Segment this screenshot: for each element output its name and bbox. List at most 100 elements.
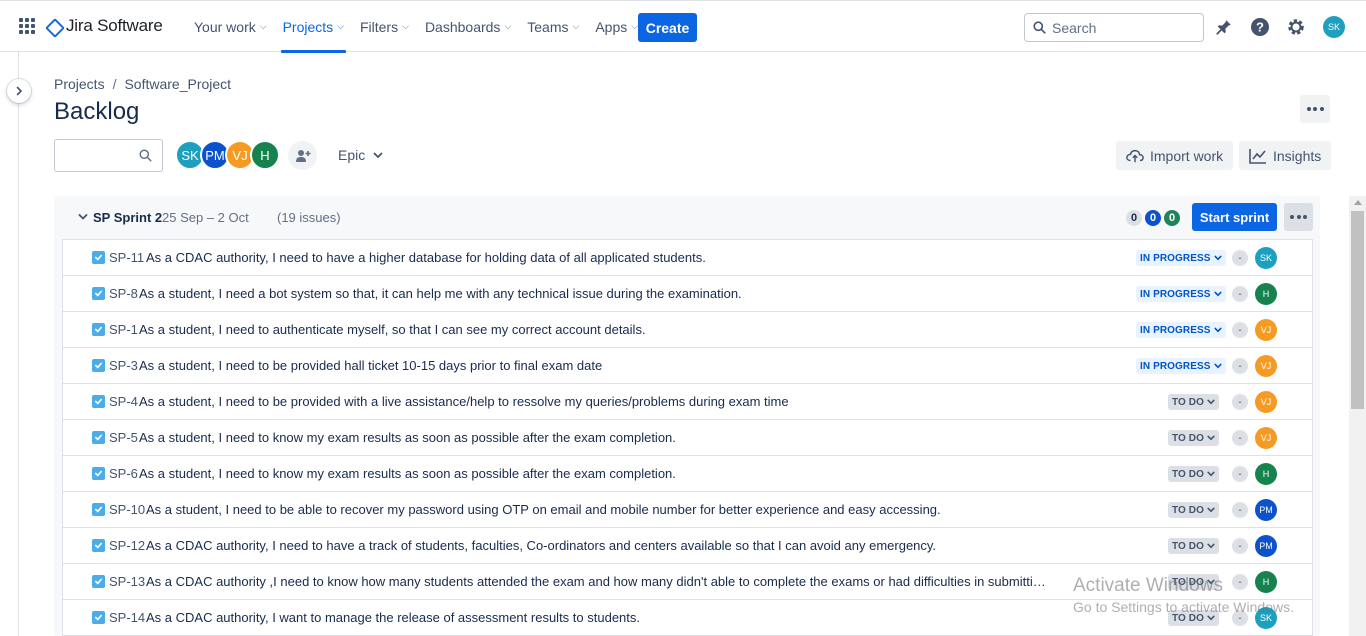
issue-key[interactable]: SP-13 (109, 574, 145, 589)
issue-key[interactable]: SP-5 (109, 430, 138, 445)
import-work-button[interactable]: Import work (1116, 141, 1234, 170)
more-actions-button[interactable] (1300, 95, 1330, 123)
issue-row[interactable]: SP-8 As a student, I need a bot system so… (63, 276, 1312, 312)
assignee-avatar[interactable]: SK (1255, 607, 1277, 629)
issue-key[interactable]: SP-3 (109, 358, 138, 373)
breadcrumb-projects[interactable]: Projects (54, 76, 105, 92)
estimate-badge[interactable]: - (1232, 574, 1248, 590)
estimate-badge[interactable]: - (1232, 430, 1248, 446)
issue-row[interactable]: SP-6 As a student, I need to know my exam… (63, 456, 1312, 492)
issue-summary[interactable]: As a student, I need to know my exam res… (139, 430, 676, 445)
status-dropdown[interactable]: TO DO (1168, 430, 1219, 446)
issue-row[interactable]: SP-1 As a student, I need to authenticate… (63, 312, 1312, 348)
chevron-down-icon[interactable] (78, 212, 88, 222)
issue-key[interactable]: SP-10 (109, 502, 145, 517)
sprint-more-button[interactable] (1284, 203, 1313, 231)
nav-teams[interactable]: Teams ⌵ (519, 1, 587, 52)
issue-key[interactable]: SP-12 (109, 538, 145, 553)
scroll-up-arrow-icon[interactable] (1354, 200, 1362, 205)
jira-logo[interactable]: Jira Software (46, 16, 163, 36)
issue-key[interactable]: SP-14 (109, 610, 145, 625)
issue-summary[interactable]: As a CDAC authority ,I need to know how … (146, 574, 1051, 589)
issue-key[interactable]: SP-4 (109, 394, 138, 409)
nav-filters[interactable]: Filters ⌵ (352, 1, 417, 52)
nav-your-work[interactable]: Your work ⌵ (186, 1, 275, 52)
issue-row[interactable]: SP-13 As a CDAC authority ,I need to know… (63, 564, 1312, 600)
add-people-button[interactable] (288, 141, 317, 170)
assignee-avatar[interactable]: H (1255, 571, 1277, 593)
estimate-badge[interactable]: - (1232, 538, 1248, 554)
status-dropdown[interactable]: TO DO (1168, 610, 1219, 626)
issue-row[interactable]: SP-11 As a CDAC authority, I need to have… (63, 240, 1312, 276)
issue-summary[interactable]: As a student, I need to be able to recov… (146, 502, 941, 517)
breadcrumb-project[interactable]: Software_Project (124, 76, 231, 92)
chevron-down-icon (1207, 507, 1215, 513)
status-dropdown[interactable]: TO DO (1168, 574, 1219, 590)
status-dropdown[interactable]: TO DO (1168, 502, 1219, 518)
assignee-avatar[interactable]: VJ (1255, 391, 1277, 413)
status-dropdown[interactable]: TO DO (1168, 538, 1219, 554)
issue-summary[interactable]: As a CDAC authority, I want to manage th… (146, 610, 640, 625)
status-dropdown[interactable]: TO DO (1168, 466, 1219, 482)
status-dropdown[interactable]: IN PROGRESS (1136, 358, 1226, 374)
estimate-badge[interactable]: - (1232, 394, 1248, 410)
estimate-badge[interactable]: - (1232, 322, 1248, 338)
page-scrollbar[interactable] (1349, 196, 1366, 636)
assignee-avatar[interactable]: H (1255, 463, 1277, 485)
estimate-badge[interactable]: - (1232, 502, 1248, 518)
issue-summary[interactable]: As a CDAC authority, I need to have a tr… (146, 538, 936, 553)
assignee-avatar[interactable]: PM (1255, 535, 1277, 557)
issue-summary[interactable]: As a student, I need to authenticate mys… (139, 322, 646, 337)
issue-row[interactable]: SP-10 As a student, I need to be able to … (63, 492, 1312, 528)
estimate-badge[interactable]: - (1232, 286, 1248, 302)
estimate-badge[interactable]: - (1232, 466, 1248, 482)
assignee-avatar[interactable]: H (1255, 283, 1277, 305)
estimate-badge[interactable]: - (1232, 358, 1248, 374)
estimate-badge[interactable]: - (1232, 610, 1248, 626)
notifications-icon[interactable] (1213, 16, 1235, 38)
issue-row[interactable]: SP-14 As a CDAC authority, I want to mana… (63, 600, 1312, 636)
issue-summary[interactable]: As a student, I need to be provided with… (139, 394, 789, 409)
status-dropdown[interactable]: IN PROGRESS (1136, 322, 1226, 338)
backlog-search-input[interactable] (54, 139, 163, 172)
status-label: TO DO (1172, 612, 1204, 624)
assignee-avatar[interactable]: PM (1255, 499, 1277, 521)
status-label: TO DO (1172, 468, 1204, 480)
user-avatar[interactable]: SK (1323, 16, 1345, 38)
status-dropdown[interactable]: IN PROGRESS (1136, 286, 1226, 302)
insights-button[interactable]: Insights (1239, 141, 1332, 170)
nav-projects[interactable]: Projects ⌵ (275, 1, 352, 53)
status-dropdown[interactable]: TO DO (1168, 394, 1219, 410)
issue-row[interactable]: SP-5 As a student, I need to know my exam… (63, 420, 1312, 456)
issue-summary[interactable]: As a student, I need to know my exam res… (139, 466, 676, 481)
issue-summary[interactable]: As a CDAC authority, I need to have a hi… (146, 250, 706, 265)
expand-sidebar-button[interactable] (7, 79, 31, 103)
assignee-avatar[interactable]: VJ (1255, 355, 1277, 377)
nav-dashboards[interactable]: Dashboards ⌵ (417, 1, 519, 52)
issue-key[interactable]: SP-8 (109, 286, 138, 301)
settings-gear-icon[interactable] (1285, 16, 1307, 38)
issue-summary[interactable]: As a student, I need to be provided hall… (139, 358, 602, 373)
issue-row[interactable]: SP-3 As a student, I need to be provided … (63, 348, 1312, 384)
start-sprint-button[interactable]: Start sprint (1192, 203, 1277, 231)
issue-key[interactable]: SP-11 (109, 250, 144, 265)
issue-row[interactable]: SP-12 As a CDAC authority, I need to have… (63, 528, 1312, 564)
epic-filter-dropdown[interactable]: Epic (330, 143, 391, 167)
global-search[interactable] (1024, 13, 1204, 42)
issue-key[interactable]: SP-6 (109, 466, 138, 481)
assignee-avatar[interactable]: VJ (1255, 427, 1277, 449)
scrollbar-thumb[interactable] (1351, 211, 1364, 409)
assignee-avatar[interactable]: SK (1255, 247, 1277, 269)
app-switcher-icon[interactable] (19, 18, 35, 34)
estimate-badge[interactable]: - (1232, 250, 1248, 266)
create-button[interactable]: Create (638, 13, 697, 42)
issue-summary[interactable]: As a student, I need a bot system so tha… (139, 286, 742, 301)
search-input[interactable] (1052, 19, 1192, 36)
avatar-h[interactable]: H (250, 140, 280, 170)
issue-key[interactable]: SP-1 (109, 322, 138, 337)
help-icon[interactable]: ? (1249, 16, 1271, 38)
status-dropdown[interactable]: IN PROGRESS (1136, 250, 1226, 266)
assignee-avatar[interactable]: VJ (1255, 319, 1277, 341)
issue-row[interactable]: SP-4 As a student, I need to be provided … (63, 384, 1312, 420)
sprint-header[interactable]: SP Sprint 2 25 Sep – 2 Oct (19 issues) 0… (54, 196, 1320, 238)
